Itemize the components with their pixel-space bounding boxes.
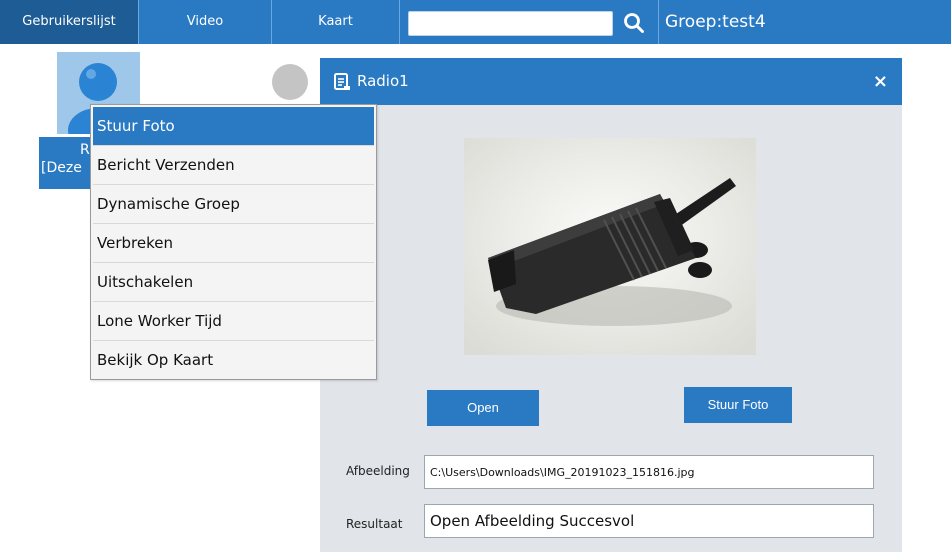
group-label: Groep:test4 [658, 0, 766, 44]
photo-preview [464, 138, 756, 355]
menu-item-dynamische-groep[interactable]: Dynamische Groep [93, 185, 374, 224]
result-field[interactable] [424, 504, 874, 538]
tab-gebruikerslijst[interactable]: Gebruikerslijst [0, 0, 139, 44]
search-input[interactable] [408, 11, 613, 36]
open-button[interactable]: Open [427, 390, 539, 426]
search-icon[interactable] [622, 11, 646, 35]
radio-photo-image [464, 138, 756, 355]
menu-item-stuur-foto[interactable]: Stuur Foto [93, 107, 374, 146]
top-bar: Gebruikerslijst Video Kaart Groep:test4 [0, 0, 951, 44]
tab-video[interactable]: Video [139, 0, 272, 44]
menu-item-bekijk-op-kaart[interactable]: Bekijk Op Kaart [93, 341, 374, 379]
close-icon[interactable]: × [873, 58, 888, 105]
menu-item-verbreken[interactable]: Verbreken [93, 224, 374, 263]
radio-dialog: Radio1 × Open Stuur Foto Afbeelding C:\U… [320, 58, 902, 552]
context-menu: Stuur Foto Bericht Verzenden Dynamische … [90, 104, 377, 380]
tab-kaart[interactable]: Kaart [272, 0, 400, 44]
menu-item-lone-worker-tijd[interactable]: Lone Worker Tijd [93, 302, 374, 341]
menu-item-uitschakelen[interactable]: Uitschakelen [93, 263, 374, 302]
send-photo-button[interactable]: Stuur Foto [684, 387, 792, 423]
result-label: Resultaat [346, 517, 403, 531]
menu-item-bericht-verzenden[interactable]: Bericht Verzenden [93, 146, 374, 185]
image-label: Afbeelding [346, 464, 410, 478]
dialog-header: Radio1 × [320, 58, 902, 105]
document-icon [334, 73, 350, 90]
dialog-title: Radio1 [357, 72, 409, 90]
image-path-field[interactable] [424, 455, 874, 489]
